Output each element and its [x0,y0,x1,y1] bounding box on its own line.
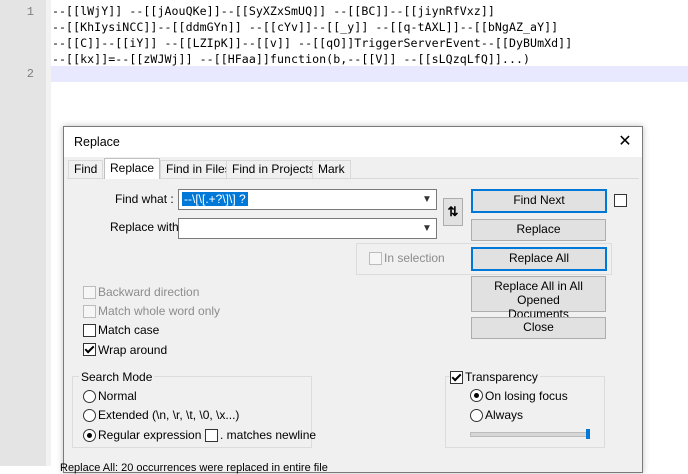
wrap-around-label: Wrap around [98,343,168,357]
on-losing-focus-radio[interactable] [470,389,483,402]
tab-replace[interactable]: Replace [104,158,161,179]
current-line-highlight [51,66,688,82]
line-number-2: 2 [26,67,34,81]
search-mode-normal-label: Normal [98,389,137,403]
in-selection-checkbox[interactable] [369,252,382,265]
search-mode-title: Search Mode [79,370,155,384]
close-button[interactable]: Close [471,317,606,339]
match-whole-word-checkbox[interactable] [83,305,96,318]
transparency-slider[interactable] [470,432,590,437]
backward-direction-label: Backward direction [98,285,200,299]
button-line: Replace All in All Opened [494,279,583,307]
dialog-titlebar[interactable]: Replace ✕ [64,127,642,157]
code-line[interactable]: --[[lWjY]] --[[jAouQKe]]--[[SyXZxSmUQ]] … [52,4,495,18]
on-losing-focus-label: On losing focus [485,389,568,403]
search-mode-extended-radio[interactable] [83,409,96,422]
line-number-gutter: 1 2 [0,0,47,466]
transparency-toggle-checkbox[interactable] [614,194,627,207]
search-mode-regex-radio[interactable] [83,429,96,442]
wrap-around-checkbox[interactable] [83,343,96,356]
always-label: Always [485,408,524,422]
transparency-slider-thumb[interactable] [586,429,590,439]
find-what-label: Find what : [115,192,174,206]
replace-with-combo[interactable]: ▼ [178,218,437,239]
match-case-checkbox[interactable] [83,324,96,337]
find-next-button[interactable]: Find Next [471,189,607,213]
search-mode-extended-label: Extended (\n, \r, \t, \0, \x...) [98,408,240,422]
replace-all-in-opened-documents-button[interactable]: Replace All in All Opened Documents [471,276,606,321]
replace-dialog: Replace ✕ Find Replace Find in Files Fin… [63,126,643,473]
chevron-down-icon[interactable]: ▼ [418,190,436,209]
search-mode-normal-radio[interactable] [83,390,96,403]
search-mode-regex-label: Regular expression [98,428,202,442]
dialog-title: Replace [74,135,120,149]
replace-button[interactable]: Replace [471,219,606,241]
tab-find-in-projects[interactable]: Find in Projects [226,160,321,178]
matches-newline-checkbox[interactable] [205,429,218,442]
backward-direction-checkbox[interactable] [83,286,96,299]
match-case-label: Match case [98,323,160,337]
swap-find-replace-icon[interactable]: ⇅ [443,198,463,226]
status-text: Replace All: 20 occurrences were replace… [60,462,328,474]
in-selection-label: In selection [384,251,445,265]
code-line[interactable]: --[[KhIysiNCC]]--[[ddmGYn]] --[[cYv]]--[… [52,20,558,34]
transparency-group [445,376,605,448]
tab-find[interactable]: Find [68,160,104,178]
matches-newline-label: . matches newline [220,428,317,442]
code-line[interactable]: --[[kx]]=--[[zWJWj]] --[[HFaa]]function(… [52,52,530,66]
chevron-down-icon[interactable]: ▼ [418,219,436,238]
line-number-1: 1 [26,5,34,19]
tab-mark[interactable]: Mark [312,160,351,178]
code-line[interactable]: --[[C]]--[[iY]] --[[LZIpK]]--[[v]] --[[q… [52,36,572,50]
always-radio[interactable] [470,409,483,422]
close-icon[interactable]: ✕ [608,127,642,157]
find-what-combo[interactable]: --\[\[.+?\]\] ? ▼ [178,189,437,210]
replace-all-button[interactable]: Replace All [471,247,607,271]
transparency-checkbox[interactable] [450,371,463,384]
replace-with-label: Replace with : [110,220,186,234]
find-what-value[interactable]: --\[\[.+?\]\] ? [182,192,248,206]
transparency-title: Transparency [463,370,540,384]
match-whole-word-label: Match whole word only [98,304,221,318]
